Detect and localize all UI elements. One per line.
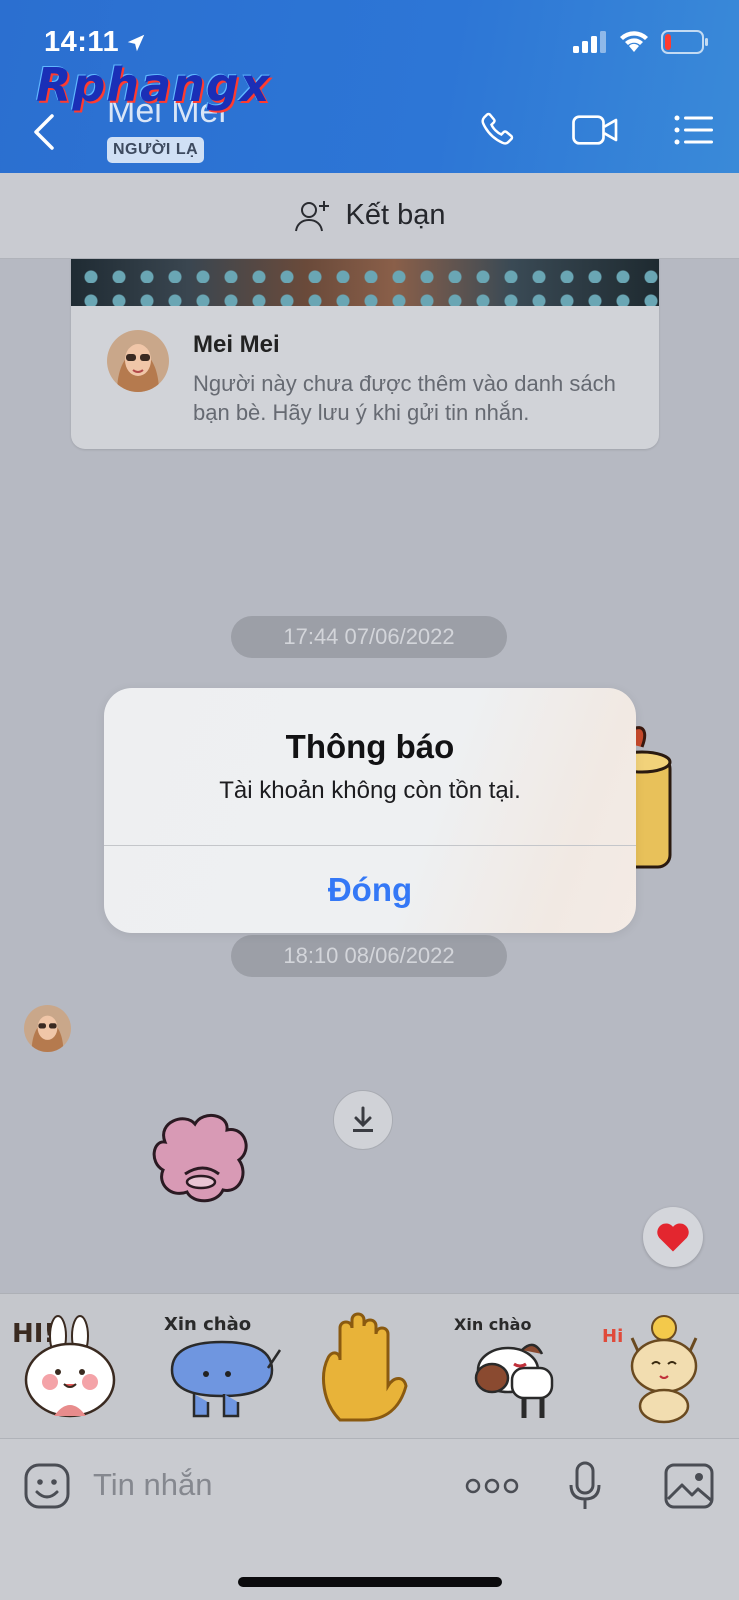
voice-call-button[interactable] [470, 108, 522, 152]
avatar-image [107, 330, 169, 392]
chat-options-button[interactable] [668, 108, 720, 152]
alert-dialog: Thông báo Tài khoản không còn tồn tại. Đ… [104, 688, 636, 933]
sticker-item[interactable]: Xin chào [158, 1308, 284, 1426]
sticker-item[interactable]: HI! [8, 1308, 134, 1426]
emoji-sticker-icon [24, 1463, 70, 1509]
video-camera-icon [572, 115, 618, 145]
back-button[interactable] [26, 110, 62, 154]
voice-message-button[interactable] [558, 1459, 612, 1513]
profile-card[interactable]: Mei Mei Người này chưa được thêm vào dan… [71, 259, 659, 449]
heart-icon [657, 1223, 689, 1252]
avatar-image [24, 1005, 71, 1052]
video-call-button[interactable] [570, 108, 622, 152]
more-options-button[interactable] [462, 1459, 522, 1513]
location-arrow-icon [127, 34, 145, 51]
sticker-item[interactable]: Xin chào [452, 1308, 578, 1426]
status-icons [573, 30, 709, 54]
sender-avatar[interactable] [24, 1005, 71, 1052]
close-dialog-button[interactable]: Đóng [104, 846, 636, 933]
download-button[interactable] [333, 1090, 393, 1150]
photo-button[interactable] [662, 1459, 716, 1513]
status-time-text: 14:11 [44, 26, 120, 58]
sticker-suggestions: HI! Xin chào Xin chào Hi [0, 1293, 739, 1438]
message-input[interactable]: Tin nhắn [93, 1467, 213, 1503]
sticker-item[interactable]: Hi [598, 1308, 724, 1426]
profile-card-name: Mei Mei [193, 331, 280, 358]
add-friend-label: Kết bạn [345, 199, 446, 231]
battery-low-icon [661, 30, 708, 54]
received-sticker[interactable] [145, 1112, 257, 1220]
profile-card-warning: Người này chưa được thêm vào danh sách b… [193, 371, 616, 425]
dialog-title: Thông báo [285, 728, 455, 765]
chevron-left-icon [34, 114, 54, 150]
avatar[interactable] [107, 330, 169, 392]
phone-icon [481, 112, 514, 145]
sticker-caption: Xin chào [164, 1314, 251, 1335]
like-button[interactable] [643, 1207, 703, 1267]
wifi-icon [620, 31, 648, 52]
message-composer: Tin nhắn [0, 1438, 739, 1600]
sticker-caption: Xin chào [454, 1315, 531, 1334]
stranger-badge: NGƯỜI LẠ [107, 137, 205, 163]
sticker-item[interactable] [310, 1308, 436, 1426]
sticker-caption: Hi [602, 1326, 623, 1347]
sticker-caption: HI! [12, 1319, 55, 1349]
add-friend-button[interactable]: Kết bạn [0, 173, 739, 259]
more-dots-icon [465, 1478, 519, 1494]
microphone-icon [569, 1461, 601, 1509]
timestamp-pill: 17:44 07/06/2022 [231, 616, 507, 658]
dialog-message: Tài khoản không còn tồn tại. [219, 777, 521, 804]
add-user-icon [294, 200, 329, 231]
cover-photo [71, 259, 659, 306]
chat-header: 14:11 Mei Mei NGƯỜI LẠ Rphangx [0, 0, 739, 173]
home-indicator [238, 1577, 502, 1587]
watermark-logo: Rphangx [36, 58, 271, 112]
image-gallery-icon [664, 1463, 714, 1509]
emoji-button[interactable] [20, 1459, 74, 1513]
list-menu-icon [674, 115, 713, 145]
download-icon [353, 1106, 373, 1132]
status-time: 14:11 [44, 26, 147, 59]
cellular-signal-icon [573, 31, 606, 53]
timestamp-pill: 18:10 08/06/2022 [231, 935, 507, 977]
